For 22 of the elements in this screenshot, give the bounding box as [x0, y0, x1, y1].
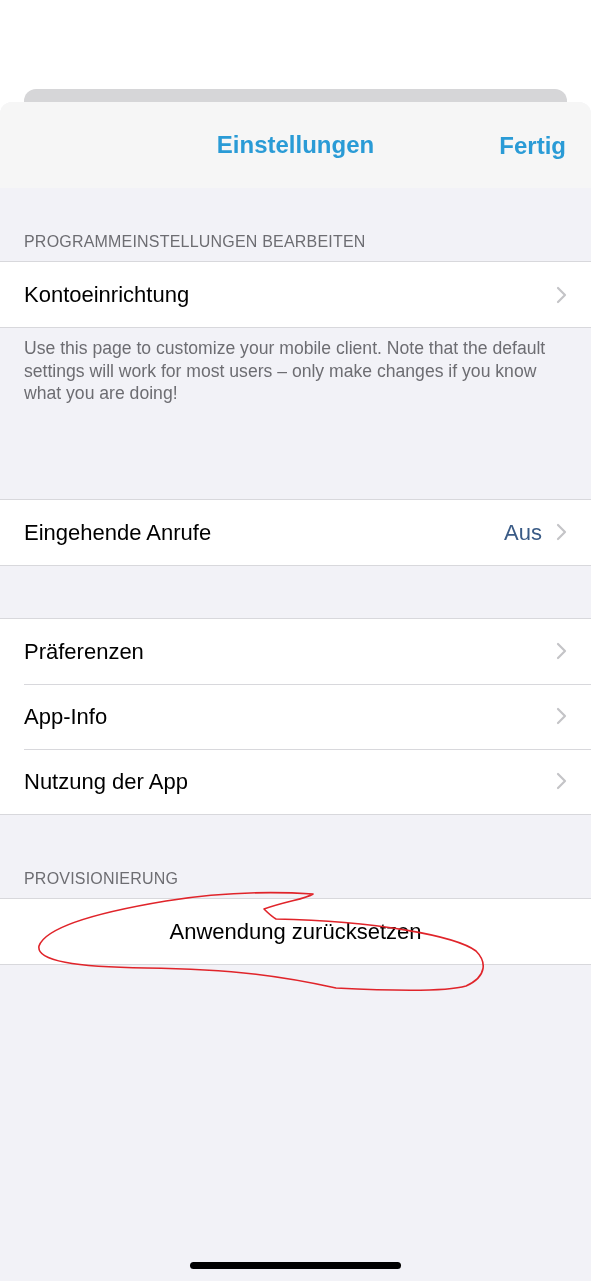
section-header: PROVISIONIERUNG [23, 868, 180, 889]
row-label: Anwendung zurücksetzen [169, 917, 422, 946]
action-row[interactable]: Anwendung zurücksetzen [0, 898, 591, 964]
row-value: Aus [504, 518, 542, 547]
settings-row[interactable]: Eingehende Anrufe Aus [0, 499, 591, 565]
title: Einstellungen [216, 130, 375, 160]
chevron-icon [556, 772, 567, 790]
settings-row[interactable]: Kontoeinrichtung [0, 262, 591, 327]
row-label: Eingehende Anrufe [24, 518, 212, 547]
chevron-icon [556, 707, 567, 725]
section-header: PROGRAMMEINSTELLUNGEN BEARBEITEN [23, 232, 367, 252]
section-footer: Use this page to customize your mobile client. Note that the default settings will work for most users – only make changes if you know what you are doing! [0, 328, 591, 405]
chevron-icon [556, 523, 567, 541]
settings-row[interactable]: App-Info [0, 683, 591, 749]
row-label: App-Info [24, 702, 108, 731]
settings-row[interactable]: Präferenzen [0, 618, 591, 684]
chevron-icon [556, 285, 567, 304]
chevron-icon [556, 642, 567, 660]
row-label: Präferenzen [24, 637, 144, 666]
settings-row[interactable]: Nutzung der App [0, 748, 591, 814]
row-label: Nutzung der App [24, 767, 188, 796]
row-label: Kontoeinrichtung [24, 281, 190, 309]
